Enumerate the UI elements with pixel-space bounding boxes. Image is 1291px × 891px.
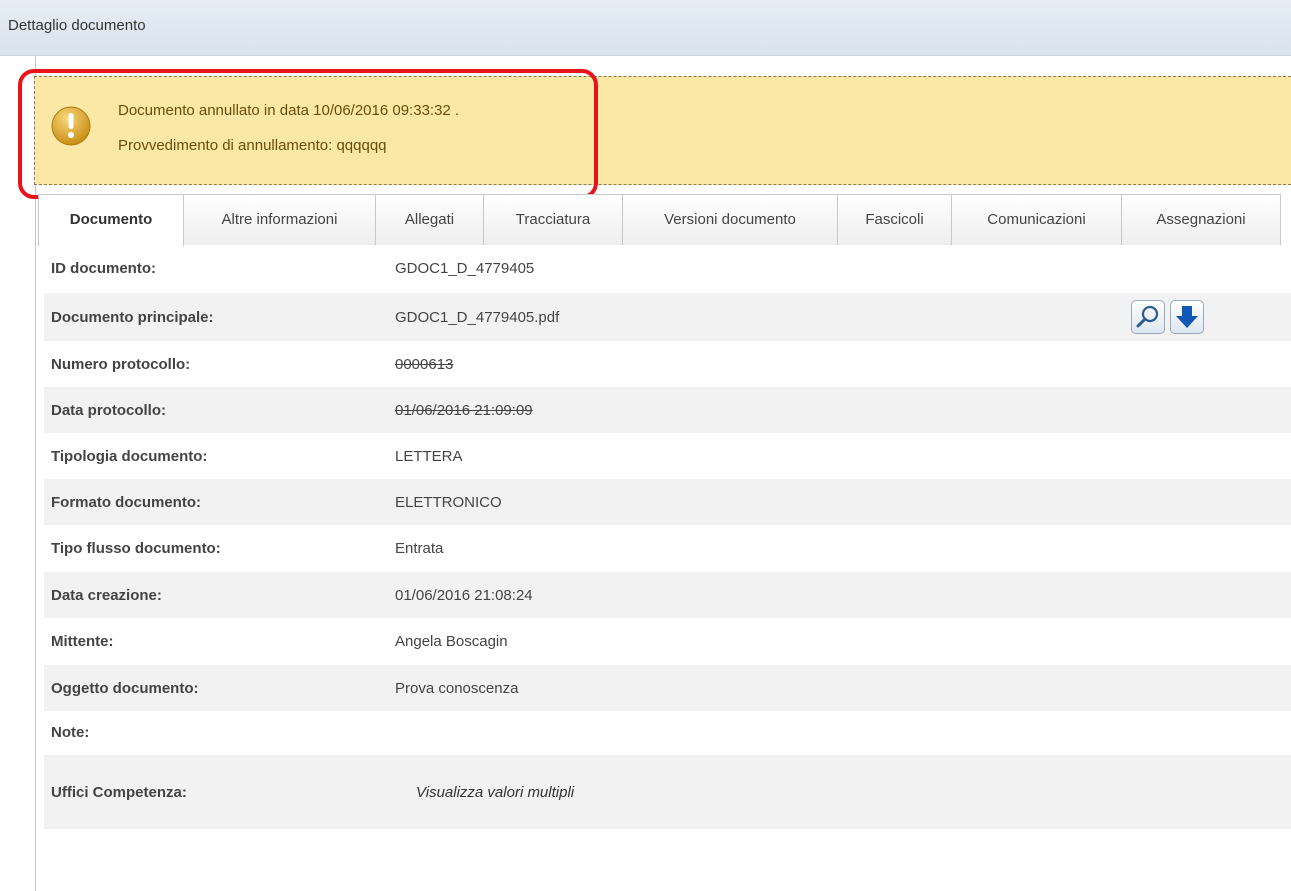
field-value: GDOC1_D_4779405 — [395, 260, 535, 277]
field-value: 0000613 — [395, 356, 454, 373]
field-label: ID documento: — [51, 260, 156, 277]
warning-icon — [51, 106, 91, 146]
field-row-numero-protocollo: Numero protocollo: 0000613 — [44, 341, 1291, 387]
document-detail-page: Dettaglio documento Documento annullato … — [0, 0, 1291, 891]
field-label: Data creazione: — [51, 587, 162, 604]
content-area: Documento annullato in data 10/06/2016 0… — [8, 56, 1291, 891]
tab-fascicoli[interactable]: Fascicoli — [837, 194, 952, 245]
warning-cancellation-date-text: Documento annullato in data 10/06/2016 0… — [118, 102, 460, 119]
field-label: Note: — [51, 724, 90, 741]
show-multiple-values-link[interactable]: Visualizza valori multipli — [416, 784, 574, 801]
field-label: Data protocollo: — [51, 402, 166, 419]
field-row-data-creazione: Data creazione: 01/06/2016 21:08:24 — [44, 572, 1291, 618]
download-document-button[interactable] — [1170, 300, 1204, 334]
field-label: Tipologia documento: — [51, 448, 208, 465]
search-icon — [1136, 305, 1159, 328]
field-label: Uffici Competenza: — [51, 784, 187, 801]
field-label: Numero protocollo: — [51, 356, 191, 373]
field-row-note: Note: — [44, 711, 1291, 755]
field-value: ELETTRONICO — [395, 494, 502, 511]
field-label: Documento principale: — [51, 309, 214, 326]
field-label: Formato documento: — [51, 494, 201, 511]
field-row-mittente: Mittente: Angela Boscagin — [44, 618, 1291, 665]
field-row-tipo-flusso-documento: Tipo flusso documento: Entrata — [44, 525, 1291, 572]
field-value: GDOC1_D_4779405.pdf — [395, 309, 560, 326]
field-row-data-protocollo: Data protocollo: 01/06/2016 21:09:09 — [44, 387, 1291, 433]
field-label: Mittente: — [51, 633, 114, 650]
field-value: Angela Boscagin — [395, 633, 508, 650]
tab-documento[interactable]: Documento — [38, 194, 184, 246]
field-value: LETTERA — [395, 448, 463, 465]
field-label: Oggetto documento: — [51, 680, 199, 697]
field-value: 01/06/2016 21:09:09 — [395, 402, 533, 419]
tab-comunicazioni[interactable]: Comunicazioni — [951, 194, 1122, 245]
field-row-tipologia-documento: Tipologia documento: LETTERA — [44, 433, 1291, 479]
field-row-oggetto-documento: Oggetto documento: Prova conoscenza — [44, 665, 1291, 711]
window-title: Dettaglio documento — [8, 17, 146, 34]
field-label: Tipo flusso documento: — [51, 540, 221, 557]
field-row-id-documento: ID documento: GDOC1_D_4779405 — [44, 245, 1291, 293]
field-row-uffici-competenza: Uffici Competenza: Visualizza valori mul… — [44, 755, 1291, 829]
tab-versioni-documento[interactable]: Versioni documento — [622, 194, 838, 245]
tab-tracciatura[interactable]: Tracciatura — [483, 194, 623, 245]
field-row-documento-principale: Documento principale: GDOC1_D_4779405.pd… — [44, 293, 1291, 341]
warning-cancellation-provision-text: Provvedimento di annullamento: qqqqqq — [118, 137, 387, 154]
field-row-formato-documento: Formato documento: ELETTRONICO — [44, 479, 1291, 525]
tab-altre-informazioni[interactable]: Altre informazioni — [183, 194, 376, 245]
cancellation-warning-panel — [34, 76, 1291, 185]
title-bar: Dettaglio documento — [0, 0, 1291, 56]
field-value: Entrata — [395, 540, 444, 557]
field-value: 01/06/2016 21:08:24 — [395, 587, 533, 604]
download-arrow-icon — [1176, 306, 1198, 328]
tab-allegati[interactable]: Allegati — [375, 194, 484, 245]
tab-assegnazioni[interactable]: Assegnazioni — [1121, 194, 1281, 245]
preview-document-button[interactable] — [1131, 300, 1165, 334]
tab-bar: Documento Altre informazioni Allegati Tr… — [38, 194, 1291, 246]
field-value: Prova conoscenza — [395, 680, 519, 697]
